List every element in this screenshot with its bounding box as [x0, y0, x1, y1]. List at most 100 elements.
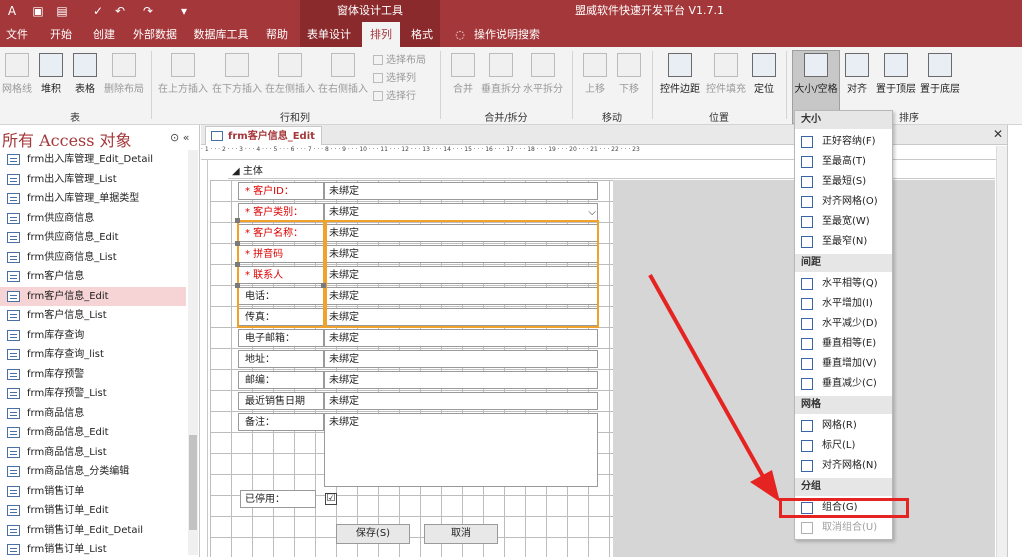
stacked-button[interactable]: 堆积 — [36, 53, 66, 95]
tab-database-tools[interactable]: 数据库工具 — [192, 22, 250, 47]
nav-item[interactable]: frm供应商信息 — [0, 209, 186, 228]
resize-handle[interactable] — [235, 241, 240, 246]
layout-icon[interactable]: ▤ — [54, 3, 70, 19]
menu-to-tallest[interactable]: 至最高(T) — [795, 152, 892, 172]
undo-icon[interactable]: ↶ — [112, 3, 128, 19]
tab-arrange[interactable]: 排列 — [362, 22, 400, 47]
insert-above-button[interactable]: 在上方插入 — [157, 53, 209, 95]
resize-handle[interactable] — [235, 218, 240, 223]
menu-snap-to-grid[interactable]: 对齐网格(N) — [795, 456, 892, 476]
menu-to-shortest[interactable]: 至最短(S) — [795, 172, 892, 192]
field-label[interactable]: 传真： — [238, 308, 324, 326]
control-padding-button[interactable]: 控件填充 — [704, 53, 748, 95]
select-column-button[interactable]: 选择列 — [373, 71, 416, 87]
nav-item[interactable]: frm销售订单_Edit — [0, 501, 186, 520]
nav-item[interactable]: frm销售订单_Edit_Detail — [0, 521, 186, 540]
menu-equal-vertical[interactable]: 垂直相等(E) — [795, 334, 892, 354]
nav-scroll-thumb[interactable] — [189, 435, 197, 530]
disabled-checkbox[interactable]: ☑ — [325, 493, 337, 505]
split-horizontal-button[interactable]: 水平拆分 — [522, 53, 564, 95]
resize-handle[interactable] — [235, 283, 240, 288]
redo-icon[interactable]: ↷ — [140, 3, 156, 19]
nav-menu-icon[interactable]: ⊙ — [170, 131, 179, 144]
tab-create[interactable]: 创建 — [89, 22, 119, 47]
nav-item[interactable]: frm客户信息 — [0, 267, 186, 286]
field-label[interactable]: * 客户类别： — [238, 203, 324, 221]
resize-handle[interactable] — [321, 283, 326, 288]
field-label[interactable]: * 联系人 — [238, 266, 324, 284]
menu-to-fit[interactable]: 正好容纳(F) — [795, 132, 892, 152]
checkmark-icon[interactable]: ✓ — [90, 3, 106, 19]
field-label[interactable]: 邮编： — [238, 371, 324, 389]
nav-item[interactable]: frm供应商信息_List — [0, 248, 186, 267]
form-design-area[interactable]: * 客户ID： 未绑定 * 客户类别： 未绑定 * 客户名称： 未绑定 * 拼音码 未绑定 * … — [210, 180, 613, 557]
nav-item[interactable]: frm供应商信息_Edit — [0, 228, 186, 247]
tab-external-data[interactable]: 外部数据 — [132, 22, 178, 47]
remove-layout-button[interactable]: 删除布局 — [102, 53, 146, 95]
field-label[interactable]: * 客户名称： — [238, 224, 324, 242]
tab-home[interactable]: 开始 — [46, 22, 76, 47]
tabular-button[interactable]: 表格 — [70, 53, 100, 95]
menu-to-grid[interactable]: 对齐网格(O) — [795, 192, 892, 212]
select-row-button[interactable]: 选择行 — [373, 89, 416, 105]
nav-item[interactable]: frm销售订单_List — [0, 540, 186, 557]
size-space-button[interactable]: 大小/空格 — [792, 53, 840, 95]
menu-decrease-horizontal[interactable]: 水平减少(D) — [795, 314, 892, 334]
doc-tab-frm-customer-edit[interactable]: frm客户信息_Edit — [205, 126, 322, 145]
field-textbox[interactable]: 未绑定 — [324, 224, 598, 242]
nav-item[interactable]: frm出入库管理_Edit_Detail — [0, 150, 186, 169]
nav-item[interactable]: frm商品信息 — [0, 404, 186, 423]
gridlines-button[interactable]: 网格线 — [2, 53, 32, 95]
merge-button[interactable]: 合并 — [446, 53, 480, 95]
field-textbox[interactable]: 未绑定 — [324, 182, 598, 200]
menu-to-narrowest[interactable]: 至最窄(N) — [795, 232, 892, 252]
move-down-button[interactable]: 下移 — [614, 53, 644, 95]
field-label[interactable]: 电子邮箱： — [238, 329, 324, 347]
nav-item[interactable]: frm客户信息_Edit — [0, 286, 186, 306]
menu-ruler[interactable]: 标尺(L) — [795, 436, 892, 456]
menu-ungroup[interactable]: 取消组合(U) — [795, 518, 892, 538]
nav-item[interactable]: frm销售订单 — [0, 482, 186, 501]
field-textbox[interactable]: 未绑定 — [324, 413, 598, 487]
collapse-icon[interactable]: « — [183, 131, 190, 144]
field-textbox[interactable]: 未绑定 — [324, 329, 598, 347]
move-up-button[interactable]: 上移 — [580, 53, 610, 95]
field-textbox[interactable]: 未绑定 — [324, 245, 598, 263]
field-label[interactable]: 最近销售日期 — [238, 392, 324, 410]
anchoring-button[interactable]: 定位 — [750, 53, 778, 95]
menu-equal-horizontal[interactable]: 水平相等(Q) — [795, 274, 892, 294]
cancel-button[interactable]: 取消 — [424, 524, 498, 544]
align-button[interactable]: 对齐 — [843, 53, 871, 95]
field-label[interactable]: 电话： — [238, 287, 324, 305]
field-label[interactable]: 地址： — [238, 350, 324, 368]
menu-grid[interactable]: 网格(R) — [795, 416, 892, 436]
close-icon[interactable]: ✕ — [993, 127, 1003, 141]
field-textbox[interactable]: 未绑定 — [324, 287, 598, 305]
dropdown-arrow-icon[interactable]: ⌵ — [322, 204, 598, 222]
insert-right-button[interactable]: 在右侧插入 — [317, 53, 369, 95]
tab-form-design[interactable]: 表单设计 — [305, 22, 353, 47]
nav-item[interactable]: frm库存查询 — [0, 326, 186, 345]
tab-format[interactable]: 格式 — [407, 22, 437, 47]
field-label[interactable]: 备注： — [238, 413, 324, 431]
insert-left-button[interactable]: 在左侧插入 — [264, 53, 316, 95]
control-margins-button[interactable]: 控件边距 — [658, 53, 702, 95]
field-label[interactable]: * 客户ID： — [238, 182, 324, 200]
nav-item[interactable]: frm商品信息_List — [0, 443, 186, 462]
field-textbox[interactable]: 未绑定 — [324, 266, 598, 284]
field-label[interactable]: * 拼音码 — [238, 245, 324, 263]
nav-item[interactable]: frm库存预警_List — [0, 384, 186, 403]
field-textbox[interactable]: 未绑定 — [324, 308, 598, 326]
nav-item[interactable]: frm库存查询_list — [0, 345, 186, 364]
nav-item[interactable]: frm出入库管理_单据类型 — [0, 189, 186, 208]
field-textbox[interactable]: 未绑定 — [324, 392, 598, 410]
field-textbox[interactable]: 未绑定 — [324, 350, 598, 368]
split-vertical-button[interactable]: 垂直拆分 — [480, 53, 522, 95]
help-search[interactable]: 操作说明搜索 — [474, 22, 540, 47]
menu-decrease-vertical[interactable]: 垂直减少(C) — [795, 374, 892, 394]
select-layout-button[interactable]: 选择布局 — [373, 53, 426, 69]
nav-item[interactable]: frm客户信息_List — [0, 306, 186, 325]
menu-increase-horizontal[interactable]: 水平增加(I) — [795, 294, 892, 314]
customize-icon[interactable]: ▾ — [176, 3, 192, 19]
resize-handle[interactable] — [235, 262, 240, 267]
